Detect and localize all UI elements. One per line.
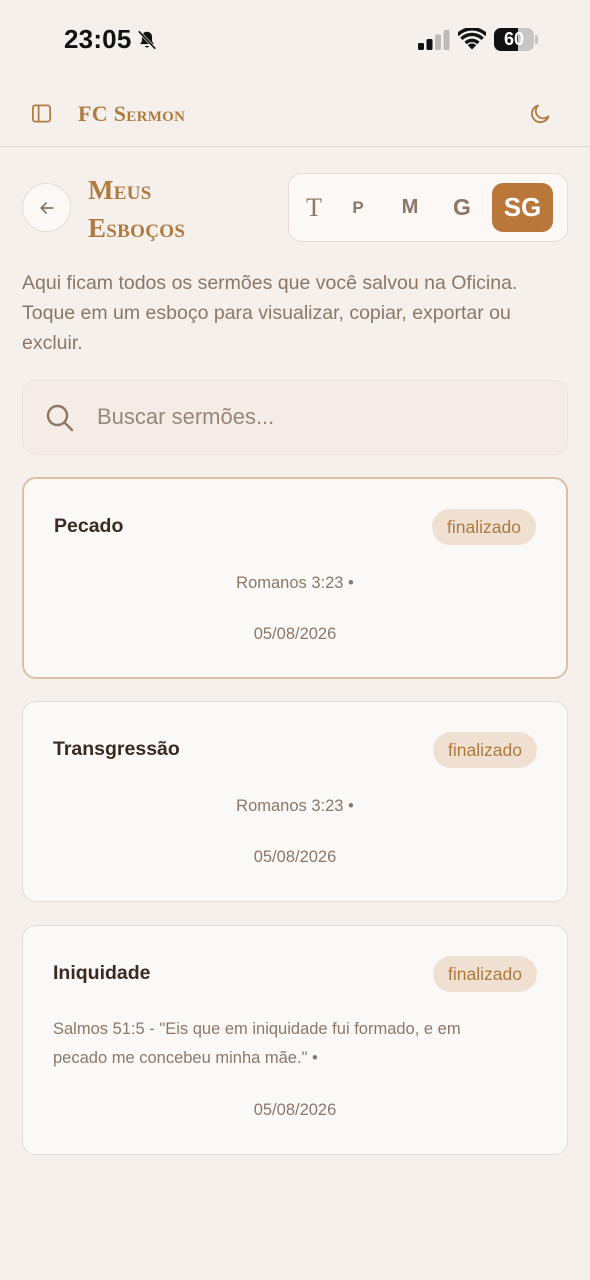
page-description: Aqui ficam todos os sermões que você sal… [22,272,518,354]
sermon-card[interactable]: Transgressão finalizado Romanos 3:23 • 0… [22,701,568,902]
battery-indicator: 60 [494,28,534,51]
status-badge: finalizado [432,509,536,545]
battery-nub [535,35,538,44]
app-header: FC Sermon [0,80,590,147]
arrow-left-icon [39,201,54,214]
sermon-date: 05/08/2026 [253,848,337,866]
sermon-reference: Salmos 51:5 - "Eis que em iniquidade fui… [53,1020,461,1067]
sermon-title: Transgressão [53,738,180,760]
sermon-title: Iniquidade [53,962,151,984]
back-button[interactable] [22,183,71,232]
sermon-reference: Romanos 3:23 • [236,574,354,592]
font-size-option-t[interactable]: T [297,183,331,232]
page-title: Meus Esboços [88,171,278,247]
bell-muted-icon [137,30,157,50]
sermon-card[interactable]: Pecado finalizado Romanos 3:23 • 05/08/2… [22,477,568,679]
moon-icon[interactable] [528,102,552,126]
search-icon [46,404,74,432]
status-badge: finalizado [433,956,537,992]
sermon-reference: Romanos 3:23 • [236,797,354,815]
search-input[interactable] [97,381,547,453]
wifi-icon [458,28,486,50]
font-size-selector: T P M G SG [288,173,568,242]
sermon-card[interactable]: Iniquidade finalizado Salmos 51:5 - "Eis… [22,925,568,1155]
sidebar-toggle-icon[interactable] [30,102,53,125]
sermon-title: Pecado [54,515,124,537]
status-bar: 23:05 60 [0,0,590,80]
sermon-date: 05/08/2026 [253,625,337,643]
status-badge: finalizado [433,732,537,768]
status-time: 23:05 [64,24,132,54]
signal-icon [418,30,450,50]
font-size-option-sg[interactable]: SG [492,183,553,232]
battery-level: 60 [503,29,525,49]
font-size-option-g[interactable]: G [445,183,479,232]
font-size-option-m[interactable]: M [393,183,427,232]
page-title-line1: Meus [88,175,152,205]
page-title-line2: Esboços [88,213,186,243]
font-size-option-p[interactable]: P [341,183,375,232]
sermon-date: 05/08/2026 [253,1101,337,1119]
app-brand: FC Sermon [78,101,186,126]
search-box [22,380,568,455]
